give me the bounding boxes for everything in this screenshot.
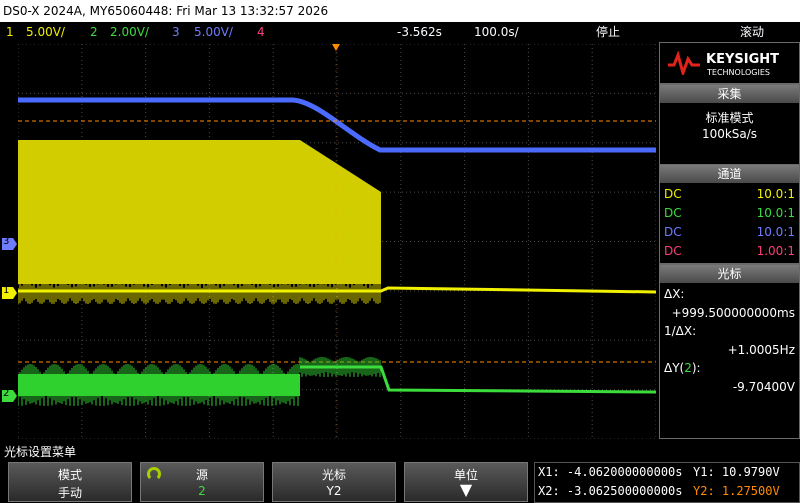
ch2-number[interactable]: 2: [90, 22, 98, 42]
title-text: DS0-X 2024A, MY65060448: Fri Mar 13 13:3…: [3, 4, 329, 18]
ch3-scale[interactable]: 5.00V/: [194, 22, 233, 42]
ch4-number[interactable]: 4: [257, 22, 265, 42]
ch1-number[interactable]: 1: [6, 22, 14, 42]
y1-readout: Y1: 10.9790V: [693, 465, 780, 479]
coupling: DC: [664, 206, 682, 220]
title-bar: DS0-X 2024A, MY65060448: Fri Mar 13 13:3…: [0, 0, 800, 22]
inverse-delta-x-value: +1.0005Hz: [727, 343, 795, 357]
channel-row[interactable]: DC 10.0:1: [660, 225, 799, 243]
coupling: DC: [664, 225, 682, 239]
cursor-readout: X1: -4.062000000000s X2: -3.062500000000…: [534, 462, 800, 503]
softkey-source-label: 源: [195, 468, 208, 482]
softkey-cursor-label: 光标: [321, 468, 346, 482]
ch1-envelope: [18, 140, 381, 284]
run-state: 停止: [596, 25, 621, 39]
softkey-mode-value: 手动: [57, 486, 82, 500]
x1-readout: X1: -4.062000000000s: [538, 465, 683, 479]
submenu-arrow-icon: ▼: [459, 480, 473, 499]
probe-ratio: 10.0:1: [756, 225, 795, 239]
inverse-delta-x-label: 1/ΔX:: [664, 324, 697, 338]
menu-title: 光标设置菜单: [4, 445, 77, 459]
cursors-header: 光标: [660, 265, 799, 283]
brand-logo-box: KEYSIGHT TECHNOLOGIES: [659, 42, 800, 84]
delta-x-label: ΔX:: [664, 287, 685, 301]
softkey-mode[interactable]: 模式 手动: [8, 462, 132, 502]
probe-ratio: 1.00:1: [756, 244, 795, 258]
right-info-panel: KEYSIGHT TECHNOLOGIES 采集 标准模式 100kSa/s 通…: [659, 42, 800, 439]
softkey-units[interactable]: 单位 ▼: [404, 462, 528, 502]
acquire-header: 采集: [660, 85, 799, 103]
coupling: DC: [664, 244, 682, 258]
brand-subtitle: TECHNOLOGIES: [707, 68, 770, 77]
softkey-cursor-value: Y2: [326, 484, 342, 498]
y2-readout: Y2: 1.27500V: [693, 484, 780, 498]
softkey-cursor[interactable]: 光标 Y2: [272, 462, 396, 502]
softkey-source[interactable]: 源 2: [140, 462, 264, 502]
time-scale[interactable]: 100.0s/: [474, 22, 519, 42]
ch1-scale[interactable]: 5.00V/: [26, 22, 65, 42]
softkey-mode-label: 模式: [57, 468, 82, 482]
ch2-scale[interactable]: 2.00V/: [110, 22, 149, 42]
channel-row[interactable]: DC 10.0:1: [660, 187, 799, 205]
waveform-display[interactable]: [18, 44, 656, 439]
ch2-noise: [18, 357, 381, 406]
time-offset[interactable]: -3.562s: [397, 22, 442, 42]
x2-readout: X2: -3.062500000000s: [538, 484, 683, 498]
brand-name: KEYSIGHT: [706, 52, 779, 67]
softkey-source-value: 2: [198, 484, 206, 498]
acquisition-mode: 滚动: [740, 25, 765, 39]
channels-header: 通道: [660, 165, 799, 183]
channel-row[interactable]: DC 10.0:1: [660, 206, 799, 224]
probe-ratio: 10.0:1: [756, 206, 795, 220]
delta-y-value: -9.70400V: [732, 380, 795, 394]
status-bar: 1 5.00V/ 2 2.00V/ 3 5.00V/ 4 -3.562s 100…: [0, 22, 800, 42]
cursors-box[interactable]: 光标 ΔX: +999.500000000ms 1/ΔX: +1.0005Hz …: [659, 264, 800, 439]
probe-ratio: 10.0:1: [756, 187, 795, 201]
acquire-mode: 标准模式: [705, 111, 754, 125]
ch1-ground-marker[interactable]: 1: [0, 285, 18, 299]
sample-rate: 100kSa/s: [701, 127, 758, 141]
ch3-number[interactable]: 3: [172, 22, 180, 42]
ch3-ground-marker[interactable]: 3: [0, 236, 18, 250]
coupling: DC: [664, 187, 682, 201]
ch2-trace: [300, 365, 656, 394]
keysight-wave-icon: [668, 51, 700, 75]
ch2-ground-marker[interactable]: 2: [0, 388, 18, 402]
delta-y-label: ΔY(2):: [664, 361, 701, 375]
channels-box[interactable]: 通道 DC 10.0:1 DC 10.0:1 DC 10.0:1 DC 1.00:1: [659, 164, 800, 264]
trigger-position-marker: [332, 44, 340, 51]
delta-x-value: +999.500000000ms: [671, 306, 795, 320]
channel-row[interactable]: DC 1.00:1: [660, 244, 799, 262]
